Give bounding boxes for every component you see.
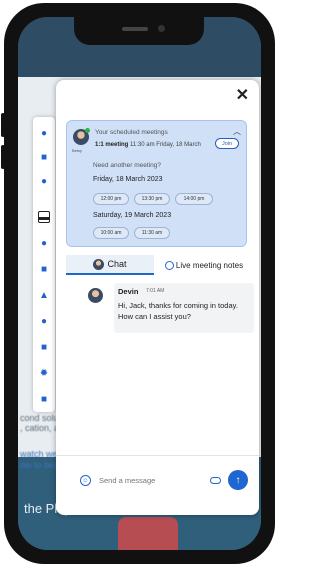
- meeting-time: 11:30 am Friday, 18 March: [130, 142, 201, 148]
- video-icon[interactable]: ■: [38, 151, 50, 163]
- chat-message: Devin 7:01 AM Hi, Jack, thanks for comin…: [114, 283, 254, 333]
- phone-frame: cond solution , cation, and watch week o…: [1, 3, 275, 564]
- hand-icon[interactable]: ●: [38, 175, 50, 187]
- scheduled-meetings-card: Betsy Your scheduled meetings ︿ 1:1 meet…: [66, 120, 247, 247]
- people-icon[interactable]: ●: [38, 237, 50, 249]
- tab-chat[interactable]: Chat: [66, 255, 154, 275]
- volume-down-button: [1, 145, 5, 169]
- phone-icon[interactable]: ●: [38, 315, 50, 327]
- bg-castle-image: [118, 517, 178, 550]
- need-another-label: Need another meeting?: [93, 162, 161, 169]
- speaker-icon: [122, 27, 148, 31]
- message-text: Hi, Jack, thanks for coming in today. Ho…: [118, 301, 238, 321]
- time-slot[interactable]: 10:00 am: [93, 227, 129, 239]
- calendar-icon[interactable]: ■: [38, 263, 50, 275]
- time-slot[interactable]: 11:30 am: [134, 227, 170, 239]
- meeting-info: 1:1 meeting 11:30 am Friday, 18 March: [95, 142, 201, 148]
- phone-screen: cond solution , cation, and watch week o…: [18, 17, 261, 550]
- message-time: 7:01 AM: [146, 288, 165, 294]
- chat-avatar-icon: [93, 258, 105, 270]
- tab-notes-label: Live meeting notes: [175, 260, 244, 270]
- grid-icon[interactable]: ■: [38, 341, 50, 353]
- time-slot[interactable]: 12:00 pm: [93, 193, 129, 205]
- mic-icon[interactable]: ●: [38, 127, 50, 139]
- attach-icon[interactable]: [210, 477, 221, 484]
- send-button[interactable]: ↑: [228, 470, 248, 490]
- day-label: Friday, 18 March 2023: [93, 176, 163, 183]
- avatar: [88, 288, 103, 303]
- caption-icon[interactable]: ■: [38, 393, 50, 405]
- avatar-name: Betsy: [72, 148, 83, 153]
- day-label: Saturday, 19 March 2023: [93, 212, 172, 219]
- time-slot[interactable]: 14:00 pm: [175, 193, 213, 205]
- tab-chat-label: Chat: [107, 259, 127, 269]
- join-button[interactable]: Join: [215, 138, 239, 149]
- message-composer: ☺ ↑: [56, 455, 259, 505]
- meeting-toolbar: ● ■ ● ▬ ● ■ ▲ ● ■ ✹ ■: [33, 117, 55, 412]
- scheduled-meetings-title: Your scheduled meetings: [95, 129, 168, 136]
- volume-up-button: [1, 113, 5, 137]
- run-icon[interactable]: ▲: [38, 289, 50, 301]
- chat-panel: ✕ Betsy Your scheduled meetings ︿ 1:1 me…: [56, 80, 259, 515]
- message-sender: Devin: [118, 287, 139, 296]
- time-slot[interactable]: 13:30 pm: [134, 193, 170, 205]
- settings-icon[interactable]: ✹: [38, 367, 50, 379]
- close-icon[interactable]: ✕: [236, 85, 249, 105]
- emoji-icon[interactable]: ☺: [80, 475, 91, 486]
- online-status-dot: [85, 128, 90, 133]
- notes-icon: [164, 260, 174, 270]
- chat-icon[interactable]: ▬: [38, 211, 50, 223]
- camera-icon: [158, 25, 165, 32]
- phone-notch: [74, 17, 204, 45]
- meeting-name: 1:1 meeting: [95, 142, 129, 148]
- chevron-up-icon[interactable]: ︿: [233, 126, 241, 137]
- tab-live-meeting-notes[interactable]: Live meeting notes: [156, 255, 252, 275]
- message-input[interactable]: [99, 473, 189, 487]
- panel-tabs: Chat Live meeting notes: [66, 255, 252, 275]
